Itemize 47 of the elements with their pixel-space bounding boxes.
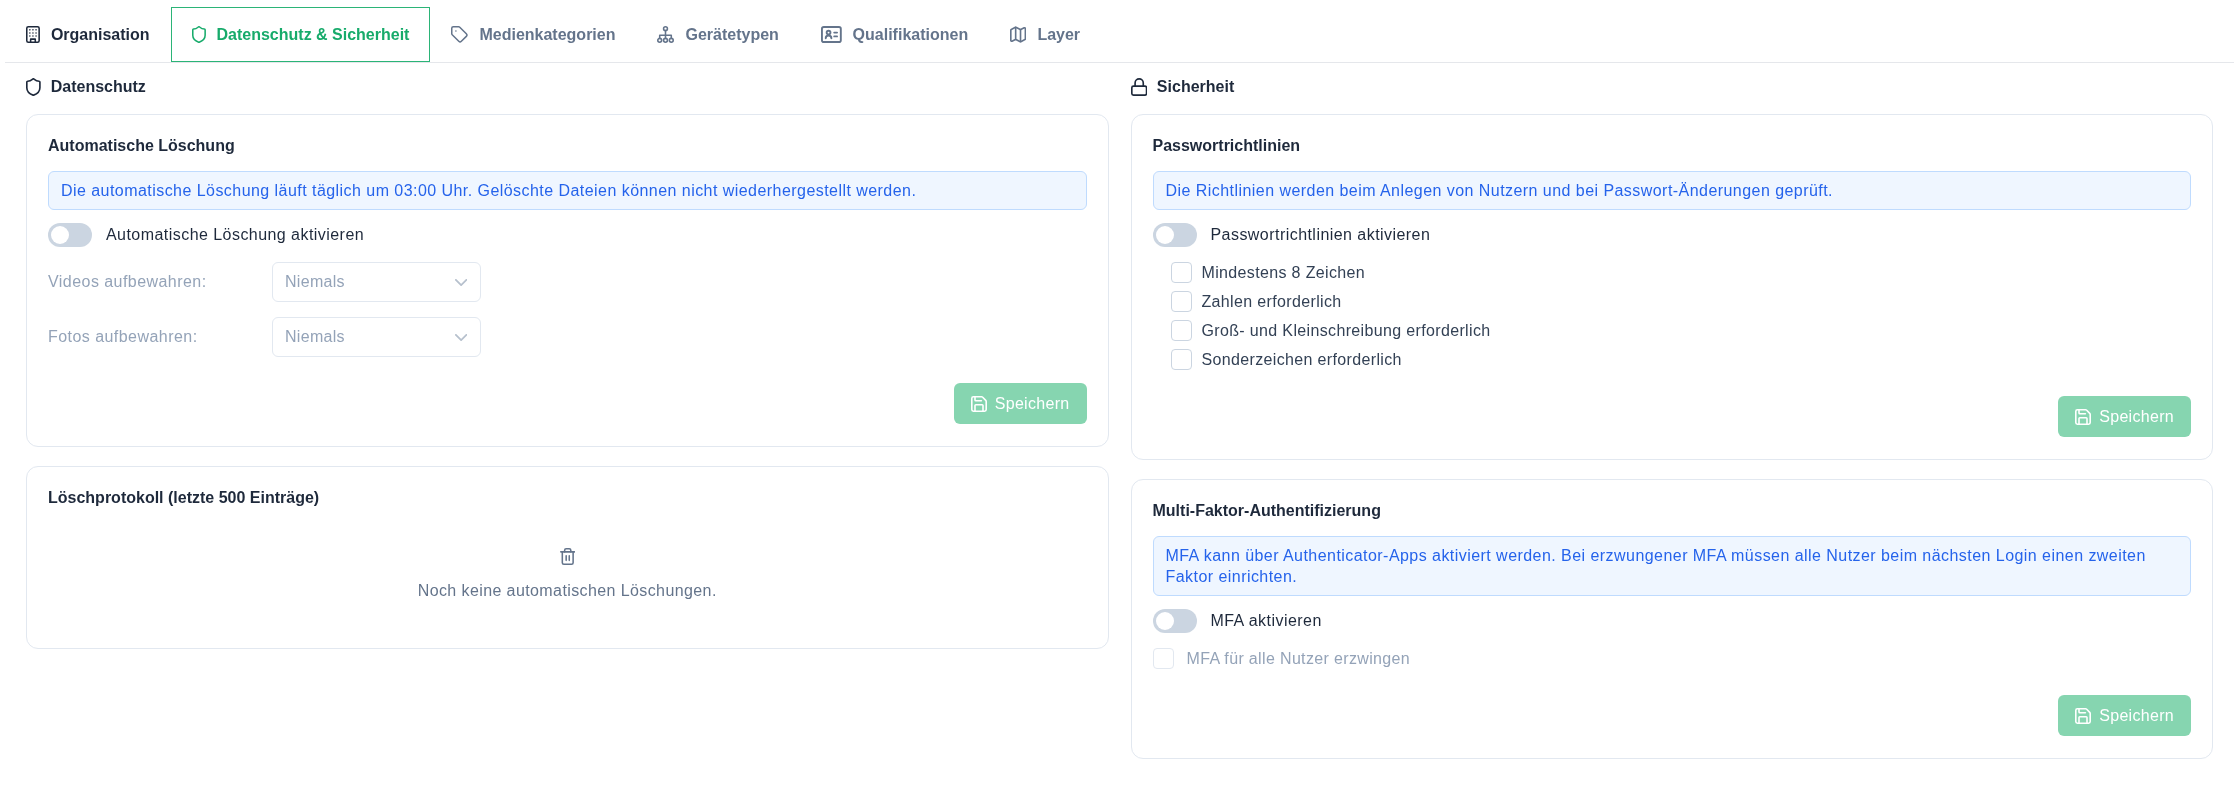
card-title: Passwortrichtlinien <box>1152 136 1302 156</box>
checkbox-label: Sonderzeichen erforderlich <box>1201 350 1402 370</box>
checkbox[interactable] <box>1170 262 1192 283</box>
shield-icon <box>191 26 206 43</box>
tab[interactable]: Datenschutz & Sicherheit <box>170 7 431 62</box>
checkbox[interactable] <box>1170 291 1192 312</box>
checkbox-label: Groß- und Kleinschreibung erforderlich <box>1201 321 1491 341</box>
toggle-switch[interactable] <box>1152 609 1197 633</box>
id-card-icon <box>820 26 842 43</box>
hierarchy-icon <box>657 26 675 43</box>
tab[interactable]: Organisation <box>5 7 171 62</box>
chevron-down-icon <box>454 333 467 341</box>
toggle-switch[interactable] <box>1152 223 1197 247</box>
checkbox-label: MFA für alle Nutzer erzwingen <box>1186 649 1411 669</box>
tag-icon <box>451 26 469 43</box>
card-title: Löschprotokoll (letzte 500 Einträge) <box>48 488 321 508</box>
tab[interactable]: Qualifikationen <box>799 7 990 62</box>
info-message: MFA kann über Authenticator-Apps aktiviert werden. Bei erzwungener MFA müssen alle Nutzer beim nächsten Login einen zweiten Faktor einrichten. <box>1152 536 2191 596</box>
building-icon <box>26 26 40 43</box>
section-heading: Datenschutz <box>50 78 146 96</box>
save-icon <box>970 395 987 412</box>
lock-icon <box>1130 78 1147 96</box>
save-icon <box>2075 707 2092 724</box>
checkbox[interactable] <box>1170 349 1192 370</box>
field-label: Videos aufbewahren: <box>48 273 208 291</box>
section-heading: Sicherheit <box>1156 78 1235 96</box>
toggle-switch[interactable] <box>48 223 92 247</box>
checkbox-label: Mindestens 8 Zeichen <box>1201 263 1366 283</box>
toggle-label: MFA aktivieren <box>1210 611 1322 631</box>
chevron-down-icon <box>454 278 467 286</box>
tab[interactable]: Layer <box>989 7 1102 62</box>
toggle-label: Passwortrichtlinien aktivieren <box>1210 225 1431 245</box>
save-icon <box>2075 408 2092 425</box>
tab[interactable]: Gerätetypen <box>636 7 800 62</box>
map-icon <box>1010 26 1027 43</box>
trash-icon <box>559 548 575 565</box>
info-message: Die Richtlinien werden beim Anlegen von Nutzern und bei Passwort-Änderungen geprüft. <box>1152 171 2191 210</box>
checkbox-label: Zahlen erforderlich <box>1201 292 1342 312</box>
tab[interactable]: Medienkategorien <box>430 7 637 62</box>
card-title: Automatische Löschung <box>48 136 236 156</box>
checkbox[interactable] <box>1170 320 1192 341</box>
shield-icon <box>26 78 41 96</box>
toggle-label: Automatische Löschung aktivieren <box>106 225 365 245</box>
card-title: Multi-Faktor-Authentifizierung <box>1152 501 1382 521</box>
info-message: Die automatische Löschung läuft täglich um 03:00 Uhr. Gelöschte Dateien können nicht wiederhergestellt werden. <box>48 171 1087 210</box>
empty-state-text: Noch keine automatischen Löschungen. <box>417 581 717 601</box>
field-label: Fotos aufbewahren: <box>48 328 199 346</box>
